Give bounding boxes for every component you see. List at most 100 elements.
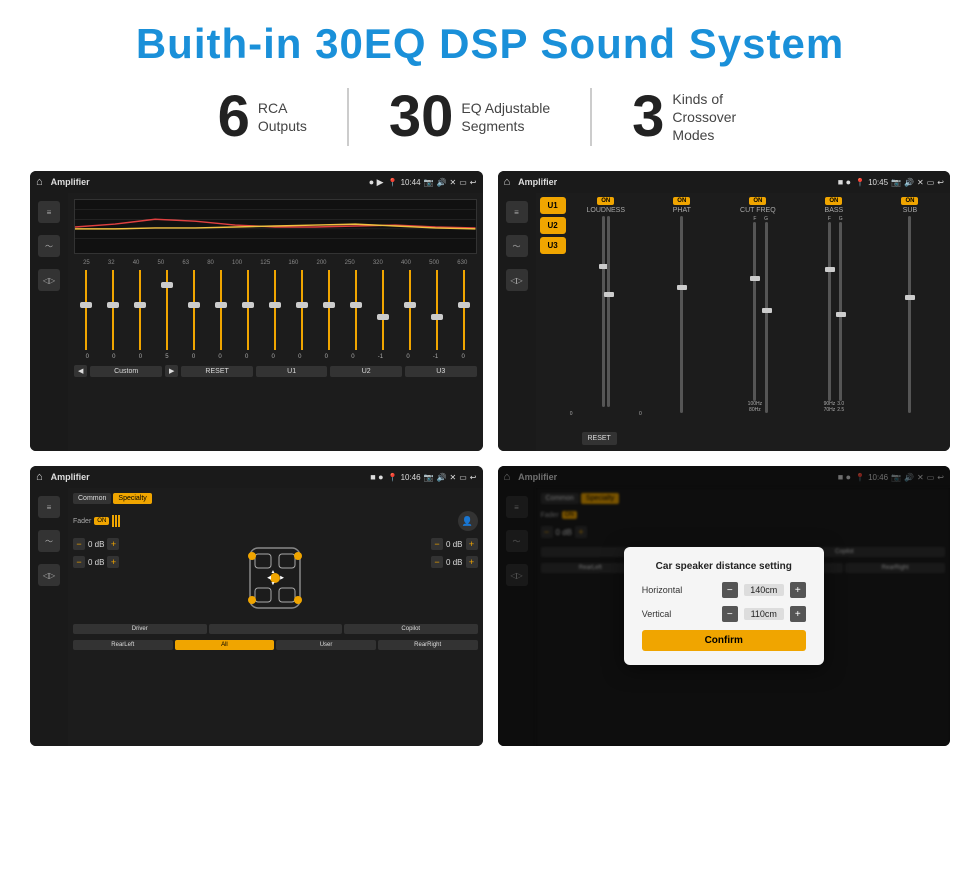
eq-slider-8[interactable] xyxy=(263,270,288,350)
vol-row-1: − 0 dB + xyxy=(73,538,119,550)
preset-u2-btn[interactable]: U2 xyxy=(540,217,566,234)
eq-slider-15[interactable] xyxy=(452,270,477,350)
eq-slider-2[interactable] xyxy=(101,270,126,350)
vol4-plus[interactable]: + xyxy=(466,556,478,568)
svg-text:▶: ▶ xyxy=(280,575,284,581)
profile-icon: 👤 xyxy=(458,511,478,531)
nav-rearright-btn[interactable]: RearRight xyxy=(378,640,478,650)
eq-location-icon: 📍 xyxy=(388,178,398,187)
eq-cam-icon: 📷 xyxy=(424,178,434,187)
spk-eq-icon[interactable]: ≡ xyxy=(38,496,60,518)
bass-slider-g[interactable] xyxy=(839,222,842,401)
eq-slider-6[interactable] xyxy=(209,270,234,350)
cross-x-icon: ✕ xyxy=(917,178,924,187)
spk-wave-icon[interactable]: 〜 xyxy=(38,530,60,552)
eq-slider-1[interactable] xyxy=(74,270,99,350)
cross-wave-icon[interactable]: 〜 xyxy=(506,235,528,257)
eq-slider-4[interactable] xyxy=(155,270,180,350)
phat-slider[interactable] xyxy=(680,216,683,413)
dialog-title: Car speaker distance setting xyxy=(642,561,806,572)
stat-rca: 6 RCAOutputs xyxy=(178,88,349,146)
loudness-on[interactable]: ON xyxy=(597,197,614,205)
eq-slider-5[interactable] xyxy=(182,270,207,350)
spk-vol-sidebar-icon[interactable]: ◁▷ xyxy=(38,564,60,586)
eq-slider-7[interactable] xyxy=(236,270,261,350)
loudness-slider-2[interactable] xyxy=(607,216,610,407)
eq-reset-btn[interactable]: RESET xyxy=(181,366,253,377)
sidebar-wave-icon[interactable]: 〜 xyxy=(38,235,60,257)
spk-cam-icon: 📷 xyxy=(424,473,434,482)
eq-custom-btn[interactable]: Custom xyxy=(90,366,162,377)
nav-copilot-btn[interactable]: Copilot xyxy=(344,624,478,634)
vertical-plus[interactable]: + xyxy=(790,606,806,622)
vol1-plus[interactable]: + xyxy=(107,538,119,550)
cutfreq-slider-f[interactable] xyxy=(753,222,756,401)
eq-slider-11[interactable] xyxy=(344,270,369,350)
vol4-minus[interactable]: − xyxy=(431,556,443,568)
vol2-value: 0 dB xyxy=(88,558,104,567)
preset-u1-btn[interactable]: U1 xyxy=(540,197,566,214)
vol3-minus[interactable]: − xyxy=(431,538,443,550)
eq-next-btn[interactable]: ▶ xyxy=(165,365,178,377)
loudness-slider-1[interactable] xyxy=(602,216,605,407)
cross-reset-btn[interactable]: RESET xyxy=(582,432,617,445)
vol1-minus[interactable]: − xyxy=(73,538,85,550)
nav-rearleft-btn[interactable]: RearLeft xyxy=(73,640,173,650)
eq-slider-13[interactable] xyxy=(398,270,423,350)
car-diagram-container: ▲ ▼ ◀ ▶ xyxy=(123,538,427,618)
cutfreq-on[interactable]: ON xyxy=(749,197,766,205)
eq-slider-12[interactable] xyxy=(371,270,396,350)
cutfreq-slider-g[interactable] xyxy=(765,222,768,413)
sidebar-volume-icon[interactable]: ◁▷ xyxy=(38,269,60,291)
tab-specialty-btn[interactable]: Specialty xyxy=(113,493,151,504)
tab-common-btn[interactable]: Common xyxy=(73,493,111,504)
dialog-overlay: Car speaker distance setting Horizontal … xyxy=(498,466,951,746)
nav-driver-btn[interactable]: Driver xyxy=(73,624,207,634)
eq-slider-3[interactable] xyxy=(128,270,153,350)
vol3-plus[interactable]: + xyxy=(466,538,478,550)
cross-time: 10:45 xyxy=(868,178,888,187)
cross-vol-sidebar-icon[interactable]: ◁▷ xyxy=(506,269,528,291)
confirm-button[interactable]: Confirm xyxy=(642,630,806,651)
stat-eq: 30 EQ AdjustableSegments xyxy=(349,88,592,146)
vol2-minus[interactable]: − xyxy=(73,556,85,568)
bass-label: BASS xyxy=(825,207,844,214)
vol3-value: 0 dB xyxy=(446,540,462,549)
horizontal-minus[interactable]: − xyxy=(722,582,738,598)
crossover-screen: ⌂ Amplifier ■ ● 📍 10:45 📷 🔊 ✕ ▭ ↩ ≡ 〜 ◁▷ xyxy=(498,171,951,451)
sidebar-eq-icon[interactable]: ≡ xyxy=(38,201,60,223)
fader-on[interactable]: ON xyxy=(94,517,109,525)
phat-on[interactable]: ON xyxy=(673,197,690,205)
bass-on[interactable]: ON xyxy=(825,197,842,205)
spk-status-bar: ⌂ Amplifier ■ ● 📍 10:46 📷 🔊 ✕ ▭ ↩ xyxy=(30,466,483,488)
spk-status-icons: 📍 10:46 📷 🔊 ✕ ▭ ↩ xyxy=(388,473,477,482)
loudness-group: ON LOUDNESS 0 0 xyxy=(570,197,642,417)
sub-slider[interactable] xyxy=(908,216,911,413)
eq-slider-10[interactable] xyxy=(317,270,342,350)
eq-prev-btn[interactable]: ◀ xyxy=(74,365,87,377)
page-title: Buith-in 30EQ DSP Sound System xyxy=(30,20,950,68)
sub-on[interactable]: ON xyxy=(901,197,918,205)
nav-user-btn[interactable]: User xyxy=(276,640,376,650)
stat-crossover-label: Kinds ofCrossover Modes xyxy=(672,90,762,145)
speaker-screen-content: ≡ 〜 ◁▷ Common Specialty Fader ON xyxy=(30,488,483,746)
horizontal-plus[interactable]: + xyxy=(790,582,806,598)
vol-row-4: − 0 dB + xyxy=(431,556,477,568)
eq-slider-14[interactable] xyxy=(425,270,450,350)
nav-all-btn[interactable]: All xyxy=(175,640,275,650)
bass-slider-f[interactable] xyxy=(828,222,831,401)
spk-back-icon: ↩ xyxy=(470,473,477,482)
eq-slider-9[interactable] xyxy=(290,270,315,350)
phat-group: ON PHAT xyxy=(646,197,718,417)
vertical-minus[interactable]: − xyxy=(722,606,738,622)
eq-u1-btn[interactable]: U1 xyxy=(256,366,328,377)
eq-u2-btn[interactable]: U2 xyxy=(330,366,402,377)
eq-status-icons: 📍 10:44 📷 🔊 ✕ ▭ ↩ xyxy=(388,178,477,187)
vol2-plus[interactable]: + xyxy=(107,556,119,568)
cutfreq-label: CUT FREQ xyxy=(740,207,776,214)
nav-buttons-2: RearLeft All User RearRight xyxy=(73,640,478,650)
eq-app-name: Amplifier xyxy=(51,177,365,187)
eq-u3-btn[interactable]: U3 xyxy=(405,366,477,377)
preset-u3-btn[interactable]: U3 xyxy=(540,237,566,254)
cross-eq-icon[interactable]: ≡ xyxy=(506,201,528,223)
